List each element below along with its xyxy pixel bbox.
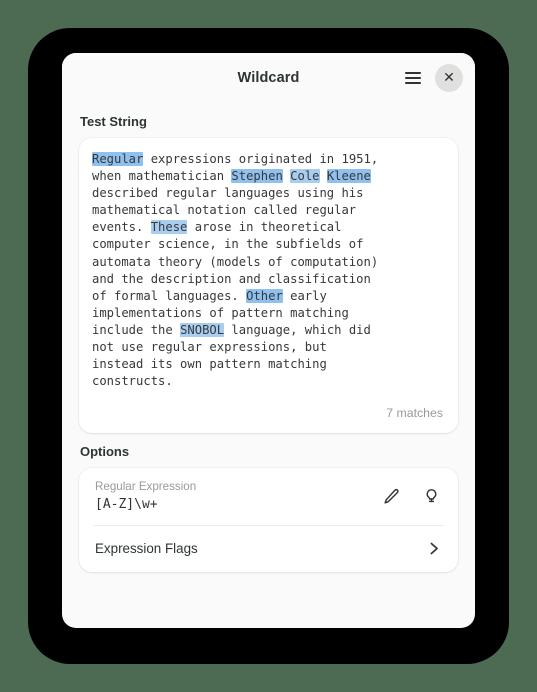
main-menu-button[interactable] — [399, 64, 427, 92]
options-heading: Options — [80, 444, 130, 459]
match-highlight: SNOBOL — [180, 322, 225, 337]
match-highlight: Kleene — [326, 169, 371, 184]
hamburger-icon — [405, 72, 421, 84]
chevron-right-icon — [425, 540, 442, 557]
regular-expression-fields: Regular Expression [A-Z]\w+ — [95, 479, 368, 514]
app-window: Wildcard ✕ Test String Regular expressio… — [62, 53, 475, 628]
regular-expression-row[interactable]: Regular Expression [A-Z]\w+ — [79, 468, 458, 525]
header-buttons: ✕ — [399, 53, 463, 103]
options-card: Regular Expression [A-Z]\w+ Expression F… — [79, 468, 458, 572]
pencil-icon — [383, 488, 400, 505]
regular-expression-actions — [368, 484, 444, 510]
match-count-label: 7 matches — [386, 406, 443, 420]
test-string-heading: Test String — [80, 114, 147, 129]
expression-flags-row[interactable]: Expression Flags — [79, 526, 458, 572]
window-content: Test String Regular expressions originat… — [62, 114, 475, 572]
match-highlight: Other — [246, 288, 283, 303]
match-highlight: Cole — [290, 169, 320, 184]
match-highlight: Stephen — [231, 169, 283, 184]
match-highlight: Regular — [92, 152, 144, 166]
desktop-background: Wildcard ✕ Test String Regular expressio… — [0, 0, 537, 692]
edit-expression-button[interactable] — [378, 484, 404, 510]
window-header: Wildcard ✕ — [62, 53, 475, 103]
expression-hint-button[interactable] — [418, 484, 444, 510]
close-button[interactable]: ✕ — [435, 64, 463, 92]
lightbulb-icon — [423, 488, 440, 505]
regular-expression-input[interactable]: [A-Z]\w+ — [95, 495, 368, 514]
test-string-card: Regular expressions originated in 1951, … — [79, 138, 458, 433]
expression-flags-label: Expression Flags — [95, 541, 198, 556]
regular-expression-label: Regular Expression — [95, 480, 197, 493]
close-icon: ✕ — [443, 70, 455, 86]
test-string-input[interactable]: Regular expressions originated in 1951, … — [92, 151, 445, 402]
page-title: Wildcard — [237, 70, 300, 86]
match-highlight: These — [150, 220, 188, 235]
